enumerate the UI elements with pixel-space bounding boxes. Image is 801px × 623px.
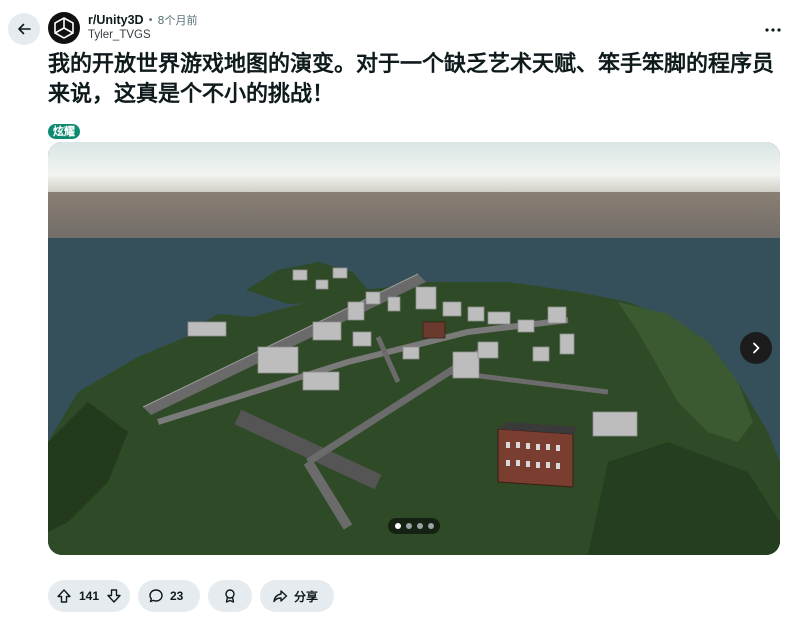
comments-button[interactable]: 23 (138, 580, 200, 612)
meta-separator: • (147, 15, 154, 26)
upvote-button[interactable] (54, 586, 74, 606)
back-button[interactable] (8, 13, 40, 45)
post-time: 8个月前 (157, 14, 198, 27)
gallery-next-button[interactable] (740, 332, 772, 364)
more-horizontal-icon (765, 28, 781, 32)
gallery-image (48, 142, 780, 555)
gallery-pagination (388, 518, 440, 534)
gallery-dot[interactable] (416, 523, 423, 529)
gallery-dot[interactable] (405, 523, 412, 529)
post-page: r/Unity3D • 8个月前 Tyler_TVGS 我的开放世界游戏地图的演… (0, 0, 801, 623)
share-button[interactable]: 分享 (260, 580, 334, 612)
award-button[interactable] (208, 580, 252, 612)
award-icon (225, 589, 235, 603)
post-title: 我的开放世界游戏地图的演变。对于一个缺乏艺术天赋、笨手笨脚的程序员来说，这真是个… (48, 52, 775, 107)
more-options-button[interactable] (761, 18, 785, 42)
arrow-up-icon (57, 589, 71, 603)
image-gallery[interactable] (48, 142, 780, 555)
vote-count: 141 (78, 589, 100, 603)
unity-logo-icon (54, 17, 74, 39)
gallery-dot[interactable] (427, 523, 434, 529)
subreddit-name[interactable]: r/Unity3D (88, 13, 144, 28)
gallery-dot[interactable] (394, 523, 401, 529)
post-meta: r/Unity3D • 8个月前 Tyler_TVGS (88, 13, 197, 43)
share-icon (273, 590, 288, 603)
post-flair[interactable]: 炫耀 (48, 124, 80, 139)
post-actions: 141 23 分享 (48, 580, 334, 612)
subreddit-avatar[interactable] (48, 12, 80, 44)
chevron-right-icon (753, 342, 760, 354)
downvote-button[interactable] (104, 586, 124, 606)
post-author[interactable]: Tyler_TVGS (88, 28, 197, 43)
vote-control: 141 (48, 580, 130, 612)
comment-count: 23 (170, 589, 184, 603)
share-label: 分享 (294, 589, 319, 604)
comment-bubble-icon (149, 589, 163, 603)
arrow-left-icon (18, 23, 31, 35)
arrow-down-icon (107, 589, 121, 603)
